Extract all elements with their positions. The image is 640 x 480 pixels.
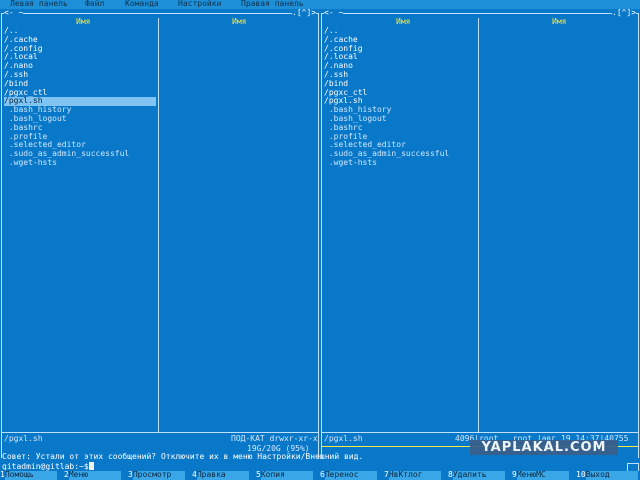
left-panel-column-divider [158,18,159,432]
hint-line: Совет: Устали от этих сообщений? Отключи… [2,452,364,461]
left-panel[interactable]: <- ~ .[^]> Имя Имя /../.cache/.config/.l… [0,8,320,458]
right-panel-history-button[interactable]: <- ~ [324,8,344,18]
menu-settings[interactable]: Настройки [178,0,221,9]
function-key-f6[interactable]: 6Перенос [320,470,377,480]
left-panel-col1-header[interactable]: Имя [76,17,90,27]
function-key-label: Правка [196,470,249,480]
right-panel-status-divider [321,432,639,433]
right-panel-corner-buttons[interactable]: .[^]> [612,8,637,18]
function-key-f4[interactable]: 4Правка [192,470,249,480]
function-key-f5[interactable]: 5Копия [256,470,313,480]
function-key-f7[interactable]: 7НвКтлог [384,470,441,480]
left-panel-border-left [1,13,2,458]
right-panel-col1-header[interactable]: Имя [396,17,410,27]
right-panel[interactable]: <- ~ .[^]> Имя Имя /../.cache/.config/.l… [320,8,640,458]
function-key-label: Помощь [4,470,57,480]
function-key-label: Меню [68,470,121,480]
menu-file[interactable]: Файл [85,0,104,9]
function-key-f3[interactable]: 3Просмотр [128,470,185,480]
right-panel-border-right [638,13,639,458]
menu-command[interactable]: Команда [125,0,159,9]
function-key-f1[interactable]: 1Помощь [0,470,57,480]
left-panel-status-info: ПОД-КАТ drwxr-xr-x [231,434,318,443]
text-cursor [88,462,94,470]
left-panel-border-top [1,13,319,14]
function-key-number: 10 [576,470,586,479]
right-panel-col2-header[interactable]: Имя [552,17,566,27]
left-panel-border-right [318,13,319,458]
left-panel-file-list: /../.cache/.config/.local/.nano/.ssh/bin… [4,26,156,168]
function-key-label: Просмотр [132,470,185,480]
right-panel-file-list: /../.cache/.config/.local/.nano/.ssh/bin… [324,26,476,168]
function-key-label: НвКтлог [388,470,441,480]
function-key-label: Копия [260,470,313,480]
left-panel-history-button[interactable]: <- ~ [4,8,24,18]
function-key-f2[interactable]: 2Меню [64,470,121,480]
left-file-row[interactable]: .wget-hsts [4,158,156,168]
left-panel-col2-header[interactable]: Имя [232,17,246,27]
function-key-bar: 1Помощь 2Меню 3Просмотр 4Правка 5Копия 6Перен… [0,470,640,480]
function-key-label: МенюMC [516,470,569,480]
right-panel-border-top [321,13,639,14]
left-panel-status-name: /pgxl.sh [4,434,43,443]
function-key-label: Перенос [324,470,377,480]
function-key-label: Удалить [452,470,505,480]
menu-bar: Левая панель Файл Команда Настройки Прав… [0,0,640,9]
right-panel-column-divider [478,18,479,432]
right-panel-border-left [321,13,322,458]
function-key-label: Выход [585,470,638,480]
left-panel-status-divider [1,432,319,433]
left-panel-corner-buttons[interactable]: .[^]> [292,8,317,18]
right-panel-status-name: /pgxl.sh [324,434,363,443]
function-key-f8[interactable]: 8Удалить [448,470,505,480]
right-file-row[interactable]: .wget-hsts [324,158,476,168]
function-key-f10[interactable]: 10Выход [576,470,638,480]
function-key-f9[interactable]: 9МенюMC [512,470,569,480]
